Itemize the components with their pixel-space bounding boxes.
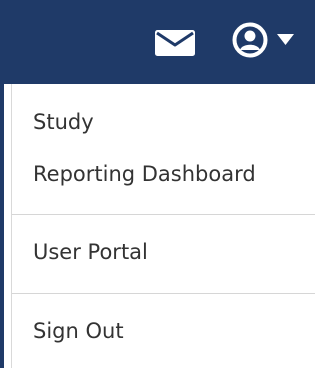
menu-divider: [12, 293, 315, 294]
menu-item-study[interactable]: Study: [33, 108, 94, 136]
menu-item-reporting-dashboard[interactable]: Reporting Dashboard: [33, 160, 256, 188]
user-circle-icon[interactable]: [232, 22, 268, 58]
menu-item-sign-out[interactable]: Sign Out: [33, 317, 124, 345]
menu-divider: [12, 214, 315, 215]
top-navbar: [0, 0, 315, 84]
page-edge-accent: [0, 84, 4, 368]
menu-item-user-portal[interactable]: User Portal: [33, 238, 148, 266]
caret-down-icon[interactable]: [277, 34, 294, 45]
envelope-icon[interactable]: [155, 30, 195, 56]
user-dropdown-menu: Study Reporting Dashboard User Portal Si…: [11, 84, 315, 368]
